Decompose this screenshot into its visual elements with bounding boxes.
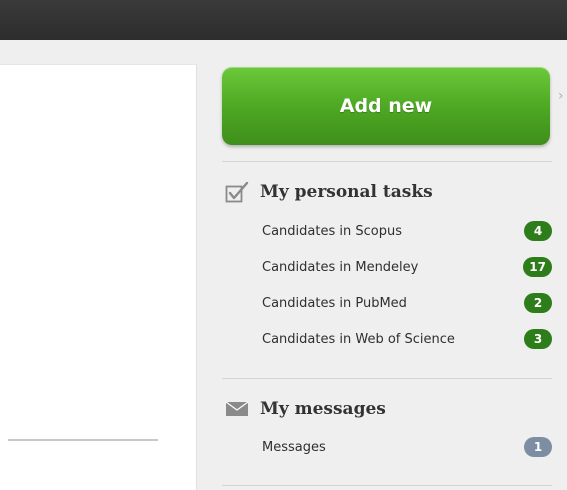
chevron-right-icon: ›	[558, 88, 564, 104]
envelope-icon	[224, 398, 250, 420]
count-badge: 2	[524, 293, 552, 313]
task-item-mendeley[interactable]: Candidates in Mendeley 17	[262, 255, 552, 279]
main-panel	[0, 64, 197, 490]
task-label: Candidates in PubMed	[262, 295, 407, 311]
tasks-title: My personal tasks	[260, 182, 433, 202]
messages-header: My messages	[224, 398, 386, 420]
task-label: Candidates in Mendeley	[262, 259, 419, 275]
task-item-web-of-science[interactable]: Candidates in Web of Science 3	[262, 327, 552, 351]
messages-item[interactable]: Messages 1	[262, 435, 552, 459]
count-badge: 3	[524, 329, 552, 349]
task-label: Candidates in Web of Science	[262, 331, 455, 347]
checkbox-icon	[224, 181, 250, 203]
main-divider	[8, 439, 158, 441]
top-bar	[0, 0, 567, 40]
messages-label: Messages	[262, 439, 326, 455]
messages-title: My messages	[260, 399, 386, 419]
section-divider	[222, 378, 552, 379]
section-divider	[222, 161, 552, 162]
content-area: Add new › My personal tasks Candidates i…	[0, 40, 567, 490]
page: Add new › My personal tasks Candidates i…	[0, 0, 567, 490]
task-label: Candidates in Scopus	[262, 223, 402, 239]
add-new-button[interactable]: Add new	[222, 67, 550, 145]
section-divider	[222, 485, 552, 486]
count-badge: 1	[524, 437, 552, 457]
count-badge: 17	[523, 257, 552, 277]
count-badge: 4	[524, 221, 552, 241]
tasks-header: My personal tasks	[224, 181, 433, 203]
task-item-scopus[interactable]: Candidates in Scopus 4	[262, 219, 552, 243]
task-item-pubmed[interactable]: Candidates in PubMed 2	[262, 291, 552, 315]
